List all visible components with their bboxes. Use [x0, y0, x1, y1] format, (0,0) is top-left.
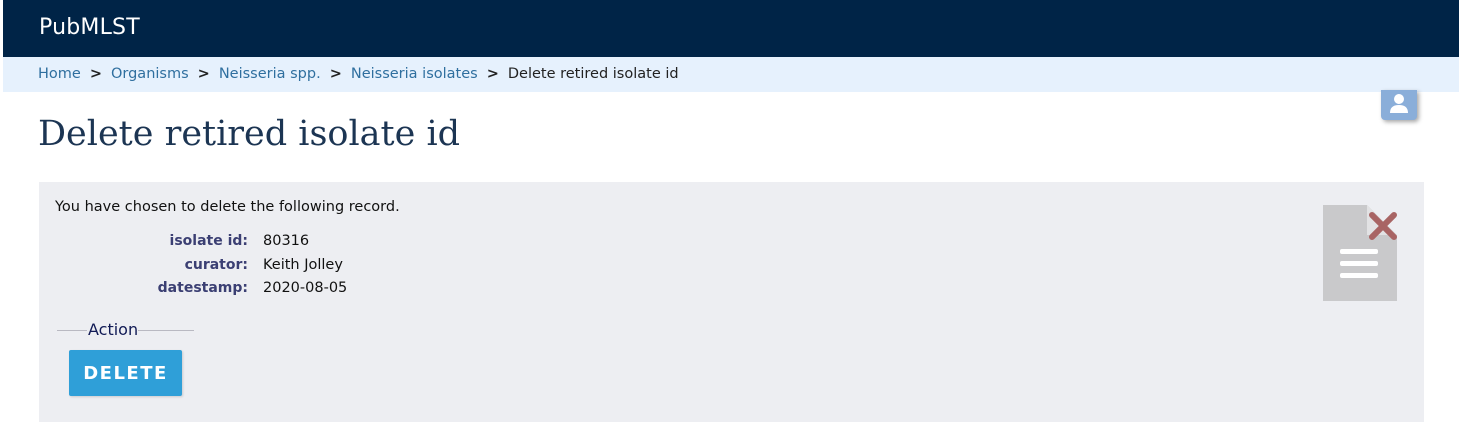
fieldset-border [138, 330, 194, 331]
breadcrumb-trail: Home > Organisms > Neisseria spp. > Neisseria … [38, 57, 679, 92]
fieldset-border [57, 330, 87, 331]
breadcrumb-separator: > [197, 66, 210, 82]
breadcrumb-organisms[interactable]: Organisms [111, 66, 189, 82]
breadcrumb-current: Delete retired isolate id [507, 66, 679, 82]
site-header: PubMLST [3, 0, 1459, 57]
user-menu-button[interactable] [1381, 90, 1417, 120]
record-key: datestamp: [157, 280, 248, 296]
delete-button[interactable]: DELETE [69, 350, 182, 396]
breadcrumb: Home > Organisms > Neisseria spp. > Neisseria … [3, 57, 1459, 92]
record-value: Keith Jolley [263, 256, 343, 273]
action-legend: Action [88, 320, 139, 339]
breadcrumb-neisseria-isolates[interactable]: Neisseria isolates [351, 66, 478, 82]
breadcrumb-separator: > [486, 66, 499, 82]
record-key: curator: [184, 256, 248, 273]
breadcrumb-home[interactable]: Home [38, 66, 81, 82]
record-value: 2020-08-05 [263, 280, 348, 296]
delete-record-panel: You have chosen to delete the following … [39, 182, 1424, 422]
user-icon [1390, 94, 1408, 113]
site-title[interactable]: PubMLST [39, 15, 140, 40]
record-key: isolate id: [169, 233, 248, 249]
page-title: Delete retired isolate id [38, 114, 461, 154]
breadcrumb-separator: > [329, 66, 342, 82]
document-delete-icon [1323, 205, 1397, 301]
delete-intro-text: You have chosen to delete the following … [55, 199, 400, 215]
breadcrumb-separator: > [89, 66, 102, 82]
breadcrumb-neisseria-spp[interactable]: Neisseria spp. [219, 66, 321, 82]
record-value: 80316 [263, 233, 310, 249]
